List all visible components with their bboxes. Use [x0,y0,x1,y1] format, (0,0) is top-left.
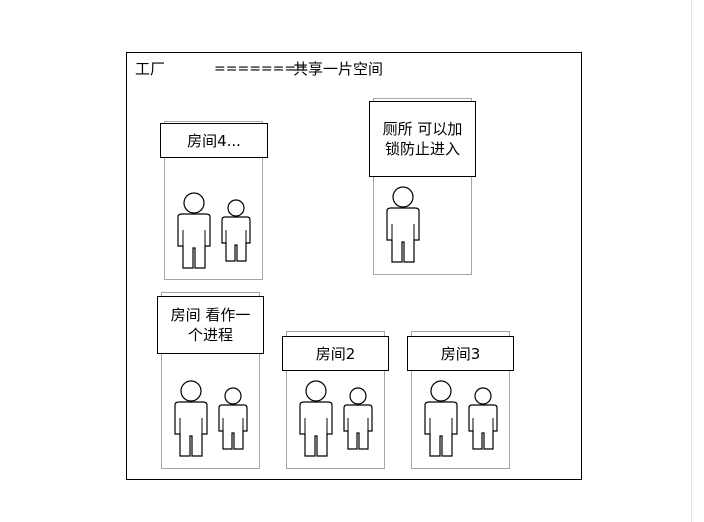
adult-person-icon [177,192,211,269]
child-person-icon [218,387,248,450]
room3-label: 房间3 [407,336,514,371]
adult-person-icon [299,380,333,457]
factory-subtitle: 共享一片空间 [293,60,384,78]
adult-person-icon [386,186,420,263]
toilet-label: 厕所 可以加锁防止进入 [369,101,476,177]
room2-label: 房间2 [282,336,389,371]
room1-label: 房间 看作一个进程 [157,296,264,354]
child-person-icon [468,387,498,450]
adult-person-icon [174,380,208,457]
child-person-icon [343,387,373,450]
room4-label: 房间4... [160,123,268,158]
child-person-icon [221,199,251,262]
adult-person-icon [424,380,458,457]
factory-title: 工厂 [135,60,166,78]
canvas-edge-rule [691,0,692,522]
